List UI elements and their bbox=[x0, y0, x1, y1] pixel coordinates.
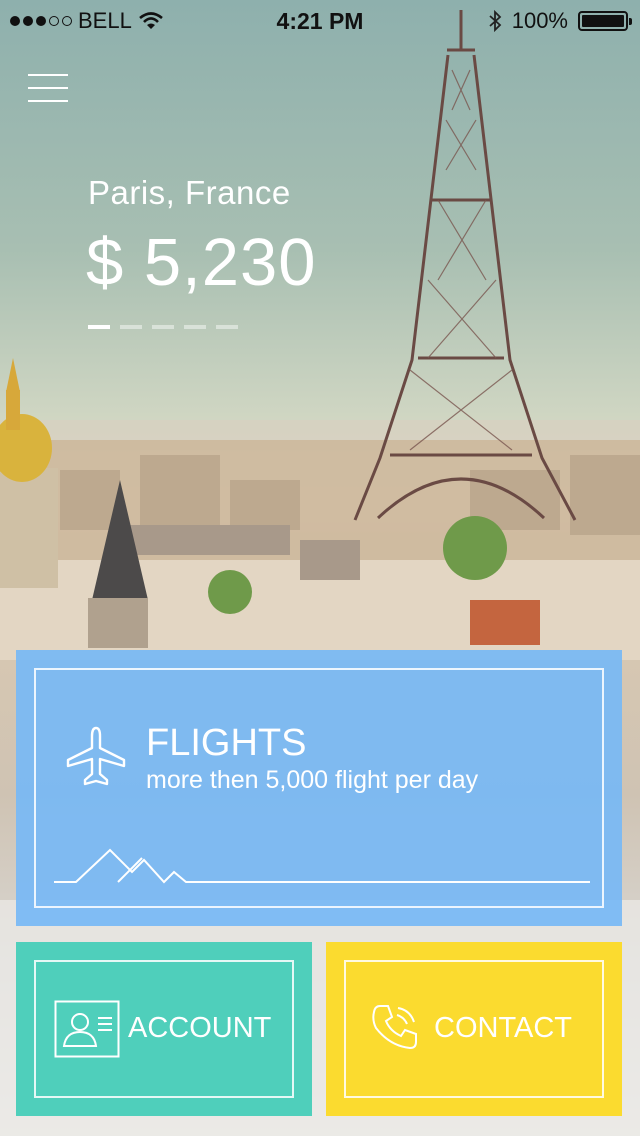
flights-title: FLIGHTS bbox=[146, 722, 307, 764]
bluetooth-icon bbox=[489, 9, 502, 33]
pager-dot[interactable] bbox=[184, 325, 206, 329]
pager-dot[interactable] bbox=[152, 325, 174, 329]
id-card-icon bbox=[54, 1000, 120, 1058]
carousel-pager bbox=[88, 325, 238, 329]
mountains-icon bbox=[54, 848, 590, 884]
pager-dot[interactable] bbox=[88, 325, 110, 329]
flights-tile[interactable]: FLIGHTS more then 5,000 flight per day bbox=[16, 650, 622, 926]
battery-icon bbox=[578, 11, 632, 31]
status-bar: BELL 4:21 PM 100% bbox=[0, 0, 640, 40]
battery-percent: 100% bbox=[511, 8, 568, 33]
account-label: ACCOUNT bbox=[128, 1012, 272, 1044]
pager-dot[interactable] bbox=[120, 325, 142, 329]
destination-price: $ 5,230 bbox=[86, 225, 317, 300]
hamburger-menu-icon[interactable] bbox=[28, 74, 68, 102]
phone-icon bbox=[372, 1005, 417, 1050]
contact-tile[interactable]: CONTACT bbox=[326, 942, 622, 1116]
airplane-icon bbox=[66, 726, 126, 786]
account-tile[interactable]: ACCOUNT bbox=[16, 942, 312, 1116]
contact-label: CONTACT bbox=[434, 1012, 573, 1044]
flights-subtitle: more then 5,000 flight per day bbox=[146, 766, 479, 794]
status-right: 100% bbox=[488, 8, 632, 34]
pager-dot[interactable] bbox=[216, 325, 238, 329]
destination-city: Paris, France bbox=[88, 174, 291, 211]
